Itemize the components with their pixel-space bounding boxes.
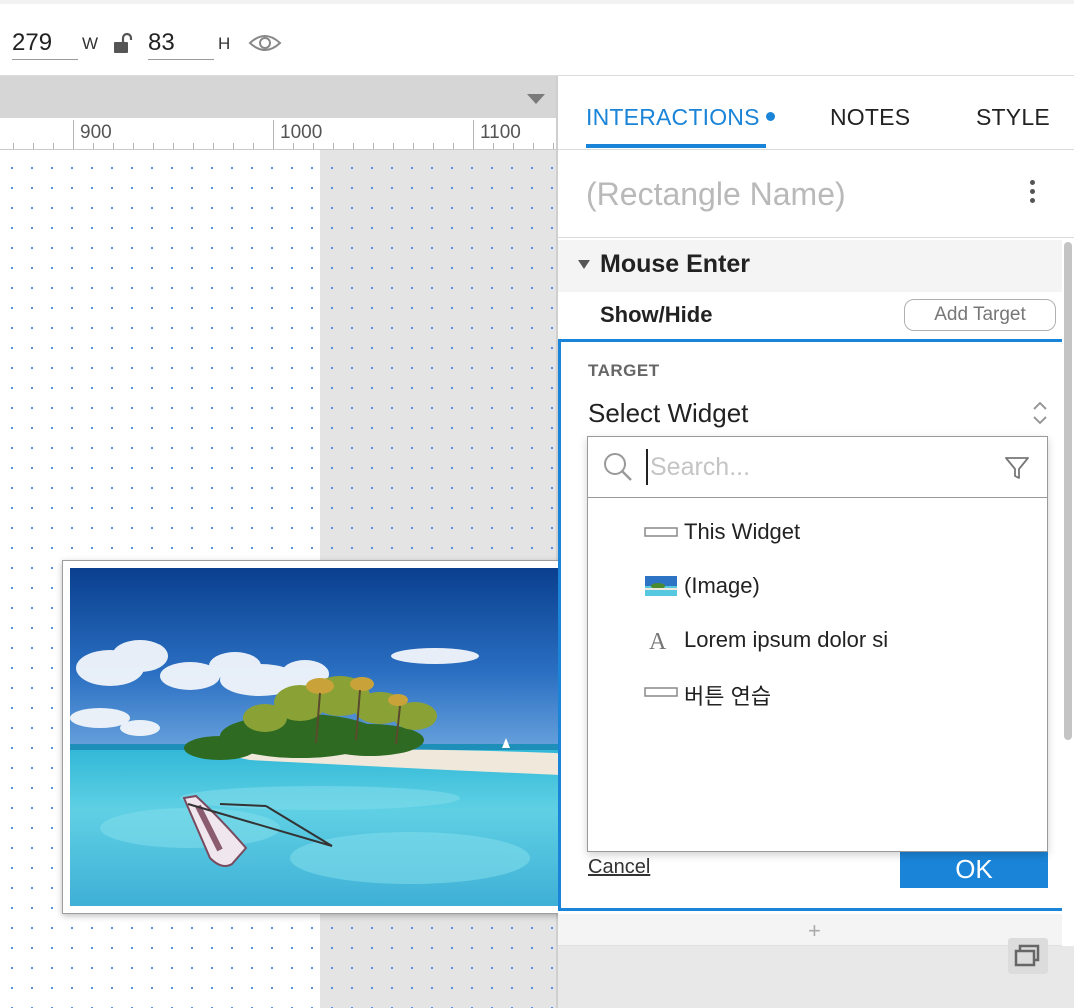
rectangle-widget-icon xyxy=(644,527,678,537)
add-action-row[interactable]: + xyxy=(558,914,1062,946)
widget-name-input[interactable]: (Rectangle Name) xyxy=(586,176,846,213)
dropdown-search-bar xyxy=(588,437,1047,498)
tab-interactions[interactable]: INTERACTIONS xyxy=(586,104,775,131)
ruler-minor-tick xyxy=(253,143,254,149)
dropdown-item-label: (Image) xyxy=(684,573,760,598)
ruler-minor-tick xyxy=(273,143,274,149)
image-widget[interactable] xyxy=(62,560,590,914)
unsaved-dot-icon xyxy=(765,112,775,121)
height-input[interactable]: 83 xyxy=(148,26,214,60)
ruler-minor-tick xyxy=(553,143,554,149)
plus-icon[interactable]: + xyxy=(808,918,821,944)
more-options-icon[interactable] xyxy=(1030,180,1036,210)
ruler-minor-tick xyxy=(233,143,234,149)
widget-search-input[interactable] xyxy=(646,449,986,485)
add-target-button[interactable]: Add Target xyxy=(904,299,1056,331)
ruler-minor-tick xyxy=(533,143,534,149)
active-tab-indicator xyxy=(586,144,766,148)
rectangle-widget-icon xyxy=(644,687,678,697)
caret-down-icon[interactable] xyxy=(527,94,545,104)
target-heading: TARGET xyxy=(588,361,660,380)
ruler-minor-tick xyxy=(113,143,114,149)
dropdown-item-label: 버튼 연습 xyxy=(684,684,772,709)
width-input[interactable]: 279 xyxy=(12,26,78,60)
select-widget-dropdown[interactable]: Select Widget xyxy=(588,398,748,429)
dropdown-item-image[interactable]: (Image) xyxy=(644,569,1024,605)
ruler-minor-tick xyxy=(133,143,134,149)
tab-notes[interactable]: NOTES xyxy=(830,104,910,131)
dropdown-item-label: Lorem ipsum dolor si xyxy=(684,627,889,652)
event-label: Mouse Enter xyxy=(600,250,751,278)
widget-name-row: (Rectangle Name) xyxy=(558,150,1074,238)
ruler-minor-tick xyxy=(433,143,434,149)
ruler-minor-tick xyxy=(393,143,394,149)
tab-style[interactable]: STYLE xyxy=(976,104,1050,131)
search-icon xyxy=(604,453,632,481)
tab-interactions-label: INTERACTIONS xyxy=(586,104,760,130)
ruler-minor-tick xyxy=(473,143,474,149)
ruler-minor-tick xyxy=(213,143,214,149)
ruler-minor-tick xyxy=(153,143,154,149)
svg-text:A: A xyxy=(649,629,667,651)
action-row-show-hide[interactable]: Show/Hide Add Target xyxy=(558,292,1062,340)
ruler-minor-tick xyxy=(513,143,514,149)
image-thumbnail-icon xyxy=(645,576,677,596)
cancel-link[interactable]: Cancel xyxy=(588,856,650,879)
ruler-minor-tick xyxy=(93,143,94,149)
height-label: H xyxy=(218,34,231,53)
ruler-minor-tick xyxy=(53,143,54,149)
horizontal-ruler: 900 1000 1100 xyxy=(0,118,557,150)
event-row-mouse-enter[interactable]: Mouse Enter xyxy=(558,240,1062,292)
panel-scrollbar[interactable] xyxy=(1064,242,1072,740)
tropical-island-image xyxy=(70,568,582,906)
ruler-minor-tick xyxy=(493,143,494,149)
filter-icon[interactable] xyxy=(1004,455,1030,481)
unlock-icon[interactable] xyxy=(112,32,134,54)
dropdown-item-this-widget[interactable]: This Widget xyxy=(644,515,1024,551)
ruler-minor-tick xyxy=(353,143,354,149)
ruler-label: 900 xyxy=(80,122,112,143)
ruler-minor-tick xyxy=(313,143,314,149)
ruler-minor-tick xyxy=(173,143,174,149)
ruler-minor-tick xyxy=(73,143,74,149)
text-widget-icon: A xyxy=(649,629,667,651)
dropdown-item-button-practice[interactable]: 버튼 연습 xyxy=(644,675,1024,711)
panel-tabs: INTERACTIONS NOTES STYLE xyxy=(558,76,1074,150)
ruler-minor-tick xyxy=(413,143,414,149)
ruler-label: 1000 xyxy=(280,122,323,143)
collapse-caret-icon[interactable] xyxy=(578,260,590,269)
ruler-label: 1100 xyxy=(480,122,521,143)
top-toolbar: 279 W 83 H xyxy=(0,0,1074,76)
ruler-minor-tick xyxy=(373,143,374,149)
ruler-minor-tick xyxy=(453,143,454,149)
dropdown-item-text[interactable]: A Lorem ipsum dolor si xyxy=(644,623,1024,659)
target-widget-dropdown: This Widget (Image) A Lorem ipsum dolor … xyxy=(587,436,1048,852)
width-label: W xyxy=(82,34,99,53)
panel-footer xyxy=(558,946,1074,1008)
ruler-minor-tick xyxy=(33,143,34,149)
chevron-up-down-icon[interactable] xyxy=(1030,398,1050,428)
ruler-minor-tick xyxy=(13,143,14,149)
eye-icon[interactable] xyxy=(248,32,282,54)
dropdown-item-label: This Widget xyxy=(684,519,801,544)
canvas-header-bar xyxy=(0,76,557,118)
ok-button[interactable]: OK xyxy=(900,850,1048,888)
ruler-minor-tick xyxy=(333,143,334,149)
restore-window-icon[interactable] xyxy=(1008,938,1048,974)
action-label: Show/Hide xyxy=(600,302,713,327)
ruler-minor-tick xyxy=(293,143,294,149)
ruler-minor-tick xyxy=(193,143,194,149)
